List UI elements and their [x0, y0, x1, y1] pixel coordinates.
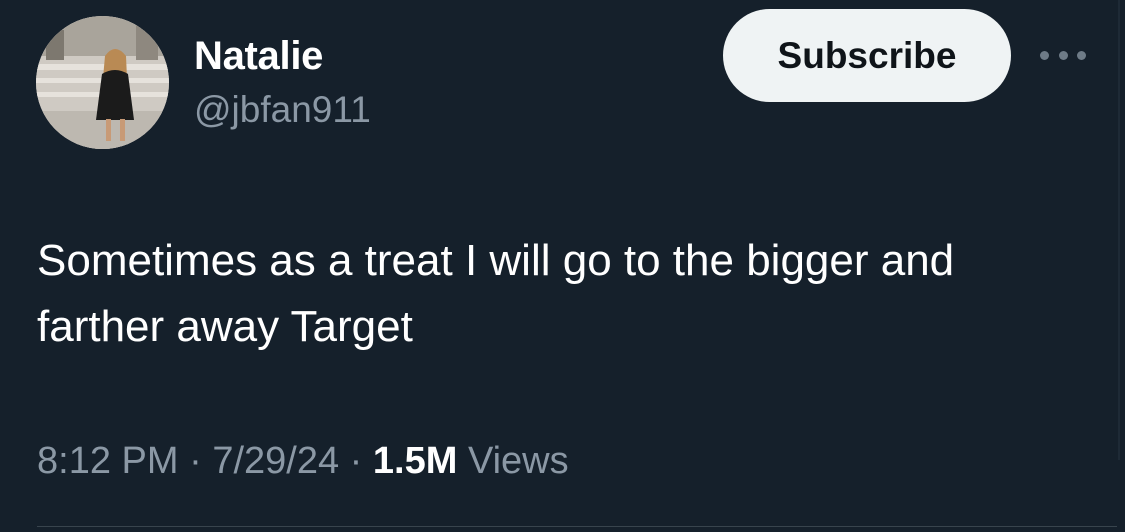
tweet-time[interactable]: 8:12 PM [37, 440, 179, 482]
more-dot [1077, 50, 1086, 60]
tweet-text: Sometimes as a treat I will go to the bi… [37, 236, 955, 351]
tweet-date[interactable]: 7/29/24 [212, 440, 339, 482]
author-display-name[interactable]: Natalie [194, 34, 323, 79]
more-dot [1058, 50, 1068, 60]
scrollbar[interactable] [1118, 0, 1120, 460]
tweet-meta: 8:12 PM · 7/29/24 · 1.5M Views [37, 440, 569, 483]
meta-separator: · [189, 440, 202, 482]
more-horizontal-icon[interactable] [1040, 46, 1086, 64]
author-handle[interactable]: @jbfan911 [194, 89, 371, 131]
avatar-photo [36, 16, 169, 149]
views-count[interactable]: 1.5M [373, 440, 457, 482]
avatar[interactable] [36, 16, 169, 149]
meta-separator: · [349, 440, 363, 482]
subscribe-button[interactable]: Subscribe [723, 9, 1011, 102]
tweet-card: Natalie @jbfan911 Subscribe Sometimes as… [0, 0, 1125, 532]
more-dot [1040, 50, 1049, 60]
views-label: Views [467, 440, 569, 482]
divider [37, 526, 1117, 527]
